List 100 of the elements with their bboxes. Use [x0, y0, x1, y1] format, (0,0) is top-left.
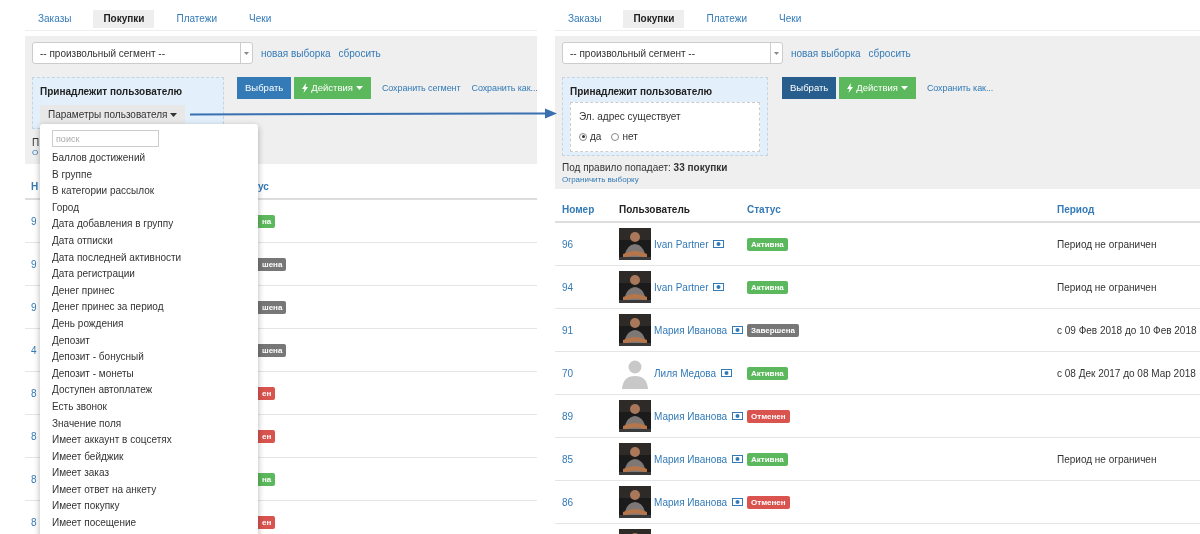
radio-label[interactable]: да: [590, 131, 602, 142]
menu-item[interactable]: Депозит: [52, 332, 258, 350]
select-button[interactable]: Выбрать: [782, 77, 837, 99]
save-link[interactable]: Сохранить как...: [926, 77, 994, 99]
segment-select[interactable]: -- произвольный сегмент --: [562, 42, 783, 64]
menu-item[interactable]: Есть звонок: [52, 398, 258, 416]
eye-icon[interactable]: [721, 369, 733, 377]
menu-item[interactable]: Имеет посещение: [52, 515, 258, 532]
condition-title: Принадлежит пользователю: [570, 86, 714, 97]
menu-item[interactable]: Депозит - бонусный: [52, 349, 258, 366]
user-link[interactable]: Мария Иванова: [654, 453, 728, 465]
radio-label[interactable]: нет: [622, 131, 638, 142]
user-link[interactable]: Мария Иванова: [654, 496, 728, 508]
menu-item[interactable]: Дата последней активности: [52, 249, 258, 267]
menu-item[interactable]: Доступен автоплатеж: [52, 382, 258, 399]
menu-item[interactable]: В категории рассылок: [52, 183, 258, 200]
select-button[interactable]: Выбрать: [237, 77, 292, 99]
menu-item[interactable]: Денег принес: [52, 282, 258, 300]
user-link[interactable]: Лиля Медова: [654, 367, 717, 379]
eye-icon[interactable]: [732, 498, 744, 506]
caret-icon: [900, 86, 908, 90]
dropdown-caret-icon: [774, 51, 779, 55]
limit-link[interactable]: О: [32, 148, 39, 157]
radio-button[interactable]: [611, 132, 620, 141]
summary-text: П: [32, 137, 40, 148]
status-badge: Активна: [747, 366, 788, 380]
tab[interactable]: Покупки: [93, 10, 155, 28]
menu-item[interactable]: Дата добавления в группу: [52, 216, 258, 233]
tab[interactable]: Чеки: [769, 10, 812, 28]
dropdown-caret-icon: [244, 51, 249, 55]
lightning-icon: [302, 83, 309, 93]
column-header: Пользователь: [619, 203, 691, 215]
status-badge: шена: [258, 343, 287, 357]
parameters-button[interactable]: Параметры пользователя: [40, 105, 186, 124]
link[interactable]: сбросить: [868, 47, 911, 59]
tab[interactable]: Заказы: [28, 10, 82, 28]
condition-title: Принадлежит пользователю: [40, 86, 184, 97]
row-number[interactable]: 96: [562, 238, 619, 250]
status-badge: шена: [258, 257, 287, 271]
tab[interactable]: Заказы: [558, 10, 612, 28]
tab[interactable]: Платежи: [696, 10, 758, 28]
menu-item[interactable]: Имеет бейджик: [52, 448, 258, 466]
column-header[interactable]: Номер: [562, 203, 619, 215]
eye-icon[interactable]: [732, 455, 744, 463]
menu-item[interactable]: Дата регистрации: [52, 266, 258, 283]
segment-select[interactable]: -- произвольный сегмент --: [32, 42, 253, 64]
status-badge: ен: [258, 429, 276, 443]
status-badge: на: [258, 214, 276, 228]
row-number[interactable]: 85: [562, 453, 619, 465]
row-number[interactable]: 89: [562, 410, 619, 422]
menu-item[interactable]: Имеет ответ на анкету: [52, 481, 258, 499]
lightning-icon: [847, 83, 854, 93]
tab[interactable]: Покупки: [623, 10, 685, 28]
period-text: с 09 Фев 2018 до 10 Фев 2018: [1057, 324, 1198, 336]
status-badge: Активна: [747, 237, 788, 251]
radio-button[interactable]: [579, 132, 587, 141]
save-link[interactable]: Сохранить сегмент: [381, 77, 461, 99]
user-link[interactable]: Мария Иванова: [654, 324, 728, 336]
column-header[interactable]: ус: [258, 180, 537, 192]
menu-item[interactable]: Имеет покупку: [52, 498, 258, 516]
tab[interactable]: Платежи: [166, 10, 228, 28]
period-text: Период не ограничен: [1057, 281, 1158, 293]
row-number[interactable]: 91: [562, 324, 619, 336]
eye-icon[interactable]: [732, 412, 744, 420]
tab[interactable]: Чеки: [239, 10, 282, 28]
menu-item[interactable]: Имеет заказ: [52, 465, 258, 482]
menu-item[interactable]: В группе: [52, 166, 258, 184]
eye-icon[interactable]: [713, 283, 725, 291]
caret-icon: [355, 86, 363, 90]
menu-item[interactable]: День рождения: [52, 315, 258, 333]
user-link[interactable]: Мария Иванова: [654, 410, 728, 422]
link[interactable]: сбросить: [338, 47, 381, 59]
link[interactable]: новая выборка: [261, 47, 331, 59]
menu-item[interactable]: Имеет аккаунт в соцсетях: [52, 432, 258, 449]
status-badge: Активна: [747, 280, 788, 294]
status-badge: ен: [258, 386, 276, 400]
eye-icon[interactable]: [713, 240, 725, 248]
menu-item[interactable]: Дата отписки: [52, 232, 258, 250]
status-badge: Отменен: [747, 409, 790, 423]
user-link[interactable]: Ivan Partner: [654, 281, 709, 293]
menu-item[interactable]: Депозит - монеты: [52, 365, 258, 383]
limit-link[interactable]: Ограничить выборку: [562, 175, 639, 184]
menu-item[interactable]: Значение поля: [52, 415, 258, 433]
row-number[interactable]: 70: [562, 367, 619, 379]
eye-icon[interactable]: [732, 326, 744, 334]
status-badge: шена: [258, 300, 287, 314]
status-badge: Отменен: [747, 495, 790, 509]
save-link[interactable]: Сохранить как...: [471, 77, 537, 99]
search-field[interactable]: поиск: [52, 130, 159, 147]
row-number[interactable]: 86: [562, 496, 619, 508]
link[interactable]: новая выборка: [791, 47, 861, 59]
column-header[interactable]: Статус: [747, 203, 1057, 215]
column-header[interactable]: Период: [1057, 203, 1200, 215]
menu-item[interactable]: Баллов достижений: [52, 150, 258, 167]
menu-item[interactable]: Город: [52, 199, 258, 217]
user-link[interactable]: Ivan Partner: [654, 238, 709, 250]
status-badge: Активна: [747, 452, 788, 466]
menu-item[interactable]: Денег принес за период: [52, 299, 258, 316]
row-number[interactable]: 94: [562, 281, 619, 293]
summary-text: Под правило попадает: 33 покупки: [562, 162, 728, 173]
